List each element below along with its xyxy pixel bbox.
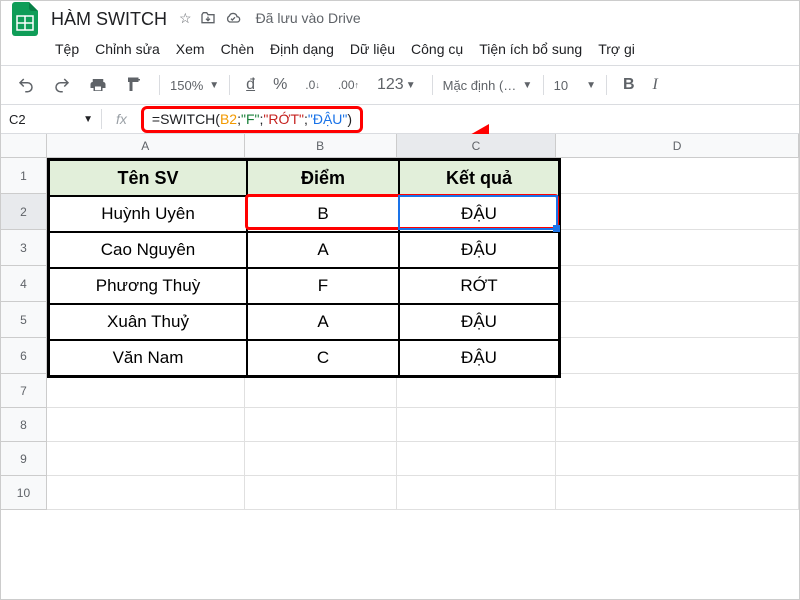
cell-name[interactable]: Cao Nguyên <box>49 232 247 268</box>
col-header-b[interactable]: B <box>245 134 397 157</box>
redo-icon[interactable] <box>47 72 77 98</box>
header-score[interactable]: Điểm <box>247 160 399 196</box>
number-format-button[interactable]: 123▼ <box>371 72 422 98</box>
menu-format[interactable]: Định dạng <box>270 41 334 57</box>
title-bar: HÀM SWITCH ☆ Đã lưu vào Drive <box>1 1 799 37</box>
row-header-4[interactable]: 4 <box>1 266 47 302</box>
menu-view[interactable]: Xem <box>176 41 205 57</box>
toolbar: 150%▼ đ % .0↓ .00↑ 123▼ Mặc định (…▼ 10▼… <box>1 66 799 104</box>
fx-icon: fx <box>102 111 141 127</box>
cell-result[interactable]: RỚT <box>399 268 559 304</box>
cell-result[interactable]: ĐẬU <box>399 232 559 268</box>
bold-button[interactable]: B <box>617 72 641 98</box>
formula-bar: C2▼ fx =SWITCH(B2;"F";"RỚT";"ĐẬU") <box>1 104 799 134</box>
menu-insert[interactable]: Chèn <box>221 41 254 57</box>
separator <box>159 75 160 95</box>
dec-decrease-button[interactable]: .0↓ <box>299 74 326 96</box>
menu-tools[interactable]: Công cụ <box>411 41 463 57</box>
sheets-logo[interactable] <box>9 3 41 35</box>
col-header-a[interactable]: A <box>47 134 245 157</box>
menu-help[interactable]: Trợ gi <box>598 41 635 57</box>
separator <box>606 75 607 95</box>
row-header-2[interactable]: 2 <box>1 194 47 230</box>
font-size[interactable]: 10▼ <box>554 78 596 93</box>
doc-title[interactable]: HÀM SWITCH <box>51 9 167 30</box>
menu-file[interactable]: Tệp <box>55 41 79 57</box>
cell-result[interactable]: ĐẬU <box>399 304 559 340</box>
separator <box>432 75 433 95</box>
cell-score[interactable]: C <box>247 340 399 376</box>
col-header-c[interactable]: C <box>397 134 557 157</box>
row-header-7[interactable]: 7 <box>1 374 47 408</box>
formula-input[interactable]: =SWITCH(B2;"F";"RỚT";"ĐẬU") <box>141 106 363 133</box>
menu-bar: Tệp Chỉnh sửa Xem Chèn Định dạng Dữ liệu… <box>1 37 799 65</box>
print-icon[interactable] <box>83 72 113 98</box>
header-result[interactable]: Kết quả <box>399 160 559 196</box>
row-header-1[interactable]: 1 <box>1 158 47 194</box>
select-all-corner[interactable] <box>1 134 47 157</box>
header-name[interactable]: Tên SV <box>49 160 247 196</box>
title-actions: ☆ Đã lưu vào Drive <box>179 10 361 29</box>
menu-data[interactable]: Dữ liệu <box>350 41 395 57</box>
cloud-icon[interactable] <box>224 10 242 29</box>
cell-result[interactable]: ĐẬU <box>399 196 559 232</box>
cell-name[interactable]: Văn Nam <box>49 340 247 376</box>
col-header-d[interactable]: D <box>556 134 799 157</box>
paint-format-icon[interactable] <box>119 72 149 98</box>
currency-button[interactable]: đ <box>240 72 261 98</box>
menu-extensions[interactable]: Tiện ích bổ sung <box>479 41 582 57</box>
name-box[interactable]: C2▼ <box>1 112 101 127</box>
row-header-9[interactable]: 9 <box>1 442 47 476</box>
spreadsheet-grid: A B C D 1 2 3 4 5 6 7 <box>1 134 799 510</box>
data-table: Tên SV Điểm Kết quả Huỳnh Uyên B ĐẬU Cao… <box>47 158 561 378</box>
cell-name[interactable]: Huỳnh Uyên <box>49 196 247 232</box>
cell-score[interactable]: B <box>247 196 399 232</box>
row-header-3[interactable]: 3 <box>1 230 47 266</box>
cell-score[interactable]: A <box>247 304 399 340</box>
cell-score[interactable]: A <box>247 232 399 268</box>
row-header-10[interactable]: 10 <box>1 476 47 510</box>
undo-icon[interactable] <box>11 72 41 98</box>
cells-area[interactable]: 1 2 3 4 5 6 7 8 <box>1 158 799 510</box>
row-header-8[interactable]: 8 <box>1 408 47 442</box>
cell-name[interactable]: Phương Thuỳ <box>49 268 247 304</box>
separator <box>229 75 230 95</box>
star-icon[interactable]: ☆ <box>179 10 192 29</box>
zoom-selector[interactable]: 150%▼ <box>170 78 219 93</box>
italic-button[interactable]: I <box>647 72 664 98</box>
menu-edit[interactable]: Chỉnh sửa <box>95 41 160 57</box>
cell-name[interactable]: Xuân Thuỷ <box>49 304 247 340</box>
cell-result[interactable]: ĐẬU <box>399 340 559 376</box>
move-icon[interactable] <box>200 10 216 29</box>
percent-button[interactable]: % <box>267 72 293 98</box>
font-selector[interactable]: Mặc định (…▼ <box>443 78 533 93</box>
dec-increase-button[interactable]: .00↑ <box>332 74 365 96</box>
row-header-6[interactable]: 6 <box>1 338 47 374</box>
saved-status: Đã lưu vào Drive <box>256 10 361 29</box>
separator <box>543 75 544 95</box>
column-headers: A B C D <box>1 134 799 158</box>
cell-score[interactable]: F <box>247 268 399 304</box>
row-header-5[interactable]: 5 <box>1 302 47 338</box>
